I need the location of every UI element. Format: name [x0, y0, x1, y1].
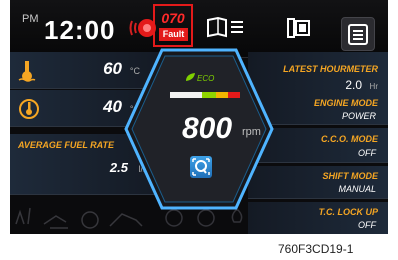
hydraulic-temp-icon — [19, 99, 39, 119]
shift-mode-title: SHIFT MODE — [322, 171, 379, 181]
fault-code: 070 — [161, 10, 185, 26]
period-label: PM — [22, 13, 39, 25]
coolant-temp-value: 60 — [103, 59, 122, 78]
tc-lockup-title: T.C. LOCK UP — [318, 207, 378, 217]
gear-icon — [165, 209, 183, 227]
cluster-display: PM 12:00 070 Fault 60 °C 40 AVERAGE FUEL… — [10, 0, 388, 234]
clock-time: 12:00 — [44, 15, 116, 45]
shift-mode-value: MANUAL — [338, 184, 376, 194]
boom-icon — [109, 213, 143, 227]
menu-icon — [348, 24, 368, 45]
lever-icon — [15, 207, 31, 225]
q-mode-icon — [190, 156, 212, 178]
hydraulic-temp-value: 40 — [103, 97, 122, 116]
cco-mode-title: C.C.O. MODE — [320, 134, 378, 144]
fuel-rate-title: AVERAGE FUEL RATE — [18, 140, 115, 150]
eco-gauge-bar — [170, 92, 240, 98]
tc-lockup-value: OFF — [358, 220, 376, 230]
hourmeter-title: LATEST HOURMETER — [283, 64, 378, 74]
cco-mode-value: OFF — [358, 148, 376, 158]
rpm-value: 800 — [182, 112, 233, 145]
hourmeter-value: 2.0 — [345, 78, 362, 92]
hourmeter-unit: Hr — [369, 82, 378, 91]
gauge-icon — [81, 211, 99, 229]
engine-mode-title: ENGINE MODE — [313, 98, 378, 108]
menu-button[interactable] — [341, 17, 375, 51]
q-mode-glyph — [192, 158, 210, 176]
rpm-unit: rpm — [242, 126, 261, 138]
book-icon[interactable] — [206, 16, 246, 40]
leaf-icon — [186, 73, 195, 81]
figure-caption: 760F3CD19-1 — [278, 242, 354, 256]
engine-mode-value: POWER — [341, 111, 376, 121]
eco-label: ECO — [197, 74, 215, 83]
fault-button[interactable]: 070 Fault — [153, 4, 193, 47]
coolant-temp-icon — [18, 61, 36, 82]
fault-label: Fault — [159, 28, 188, 41]
camera-switch-icon[interactable] — [286, 16, 312, 40]
bucket-icon — [43, 215, 68, 229]
brake-icon — [197, 209, 215, 227]
